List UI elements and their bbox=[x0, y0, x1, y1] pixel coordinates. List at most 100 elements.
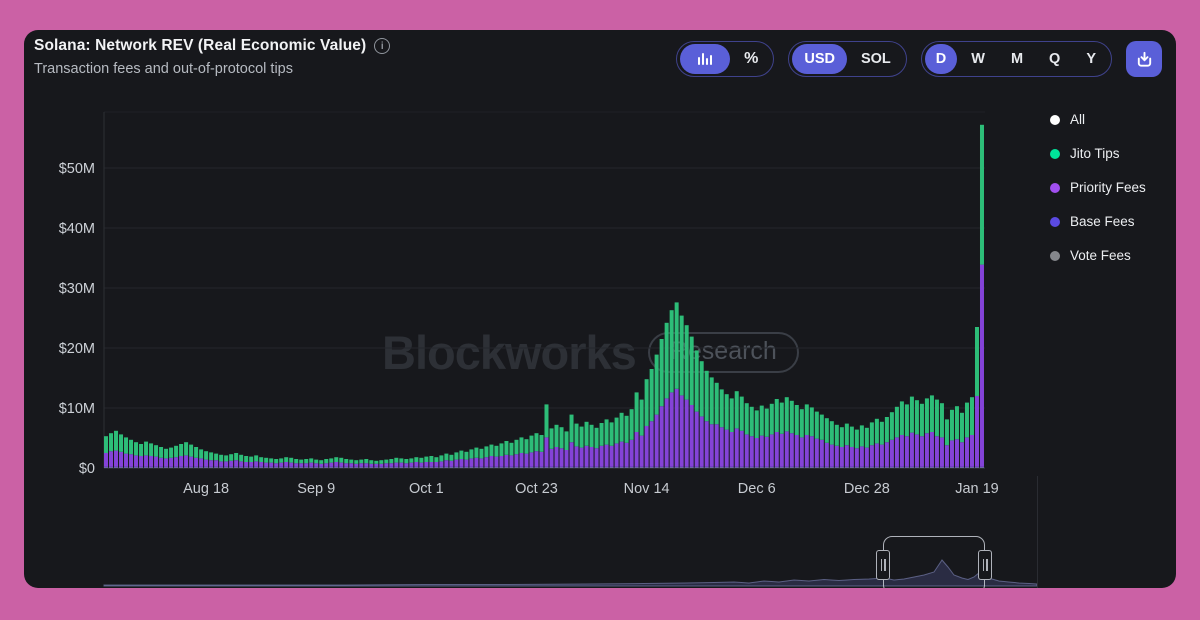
bar-segment[interactable] bbox=[289, 467, 293, 468]
bar-segment[interactable] bbox=[950, 467, 954, 468]
navigator-left-handle[interactable] bbox=[876, 550, 890, 580]
bar-segment[interactable] bbox=[164, 458, 168, 466]
bar-segment[interactable] bbox=[404, 467, 408, 468]
interval-m-button[interactable]: M bbox=[999, 44, 1035, 74]
bar-segment[interactable] bbox=[560, 467, 564, 468]
bar-segment[interactable] bbox=[539, 452, 543, 467]
interval-q-button[interactable]: Q bbox=[1037, 44, 1072, 74]
bar-segment[interactable] bbox=[810, 407, 814, 436]
bar-segment[interactable] bbox=[104, 467, 108, 468]
bar-segment[interactable] bbox=[194, 458, 198, 467]
bar-segment[interactable] bbox=[920, 436, 924, 467]
bar-segment[interactable] bbox=[700, 467, 704, 468]
bar-segment[interactable] bbox=[750, 467, 754, 468]
bar-segment[interactable] bbox=[484, 467, 488, 468]
bar-segment[interactable] bbox=[184, 467, 188, 468]
bar-segment[interactable] bbox=[805, 467, 809, 468]
bar-segment[interactable] bbox=[194, 467, 198, 468]
bar-segment[interactable] bbox=[550, 449, 554, 467]
bar-segment[interactable] bbox=[299, 463, 303, 467]
bar-segment[interactable] bbox=[870, 467, 874, 468]
bar-segment[interactable] bbox=[204, 467, 208, 468]
bar-segment[interactable] bbox=[560, 448, 564, 467]
bar-segment[interactable] bbox=[444, 454, 448, 461]
bar-segment[interactable] bbox=[955, 406, 959, 439]
bar-segment[interactable] bbox=[359, 467, 363, 468]
bar-segment[interactable] bbox=[284, 462, 288, 467]
bar-segment[interactable] bbox=[760, 467, 764, 468]
bar-segment[interactable] bbox=[494, 446, 498, 457]
bar-segment[interactable] bbox=[625, 467, 629, 468]
bar-segment[interactable] bbox=[750, 467, 754, 468]
bar-segment[interactable] bbox=[770, 434, 774, 466]
bar-segment[interactable] bbox=[890, 440, 894, 467]
bar-segment[interactable] bbox=[760, 467, 764, 468]
bar-segment[interactable] bbox=[745, 467, 749, 468]
bar-segment[interactable] bbox=[880, 467, 884, 468]
bar-segment[interactable] bbox=[259, 457, 263, 462]
bar-segment[interactable] bbox=[459, 459, 463, 467]
bar-segment[interactable] bbox=[730, 467, 734, 468]
bar-segment[interactable] bbox=[339, 467, 343, 468]
bar-segment[interactable] bbox=[464, 452, 468, 460]
bar-segment[interactable] bbox=[424, 462, 428, 467]
bar-segment[interactable] bbox=[144, 467, 148, 468]
bar-segment[interactable] bbox=[394, 458, 398, 463]
bar-segment[interactable] bbox=[344, 463, 348, 467]
bar-segment[interactable] bbox=[885, 417, 889, 442]
bar-segment[interactable] bbox=[174, 446, 178, 457]
bar-segment[interactable] bbox=[274, 459, 278, 463]
bar-segment[interactable] bbox=[695, 350, 699, 411]
bar-segment[interactable] bbox=[870, 467, 874, 468]
bar-segment[interactable] bbox=[695, 412, 699, 467]
bar-segment[interactable] bbox=[104, 436, 108, 453]
bar-segment[interactable] bbox=[424, 457, 428, 462]
bar-segment[interactable] bbox=[565, 450, 569, 467]
bar-segment[interactable] bbox=[570, 467, 574, 468]
bar-segment[interactable] bbox=[219, 455, 223, 462]
bar-segment[interactable] bbox=[615, 418, 619, 444]
bar-segment[interactable] bbox=[765, 467, 769, 468]
bar-segment[interactable] bbox=[214, 467, 218, 468]
bar-segment[interactable] bbox=[785, 397, 789, 431]
bar-segment[interactable] bbox=[449, 467, 453, 468]
bar-segment[interactable] bbox=[875, 467, 879, 468]
bar-segment[interactable] bbox=[409, 467, 413, 468]
bar-segment[interactable] bbox=[755, 467, 759, 468]
bar-segment[interactable] bbox=[294, 459, 298, 463]
bar-segment[interactable] bbox=[750, 407, 754, 436]
bar-segment[interactable] bbox=[409, 467, 413, 468]
bar-segment[interactable] bbox=[595, 448, 599, 467]
bar-segment[interactable] bbox=[119, 452, 123, 467]
bar-segment[interactable] bbox=[154, 467, 158, 468]
bar-segment[interactable] bbox=[219, 467, 223, 468]
bar-segment[interactable] bbox=[590, 425, 594, 447]
bar-segment[interactable] bbox=[740, 467, 744, 468]
bar-segment[interactable] bbox=[865, 467, 869, 468]
interval-d-button[interactable]: D bbox=[925, 44, 957, 74]
bar-segment[interactable] bbox=[545, 467, 549, 468]
bar-segment[interactable] bbox=[189, 445, 193, 457]
bar-segment[interactable] bbox=[730, 467, 734, 468]
legend-item-jito-tips[interactable]: Jito Tips bbox=[1050, 146, 1146, 161]
bar-segment[interactable] bbox=[595, 428, 599, 448]
bar-segment[interactable] bbox=[484, 467, 488, 468]
bar-segment[interactable] bbox=[780, 403, 784, 434]
bar-segment[interactable] bbox=[384, 467, 388, 468]
bar-segment[interactable] bbox=[489, 467, 493, 468]
bar-segment[interactable] bbox=[219, 461, 223, 466]
bar-segment[interactable] bbox=[960, 467, 964, 468]
bar-segment[interactable] bbox=[204, 451, 208, 459]
bar-segment[interactable] bbox=[439, 467, 443, 468]
bar-segment[interactable] bbox=[650, 467, 654, 468]
bar-segment[interactable] bbox=[695, 467, 699, 468]
legend-item-base-fees[interactable]: Base Fees bbox=[1050, 214, 1146, 229]
bar-segment[interactable] bbox=[800, 409, 804, 437]
bar-segment[interactable] bbox=[204, 460, 208, 467]
bar-segment[interactable] bbox=[179, 444, 183, 456]
bar-segment[interactable] bbox=[585, 467, 589, 468]
bar-segment[interactable] bbox=[970, 467, 974, 468]
bar-segment[interactable] bbox=[725, 394, 729, 429]
bar-segment[interactable] bbox=[815, 467, 819, 468]
bar-segment[interactable] bbox=[865, 448, 869, 467]
